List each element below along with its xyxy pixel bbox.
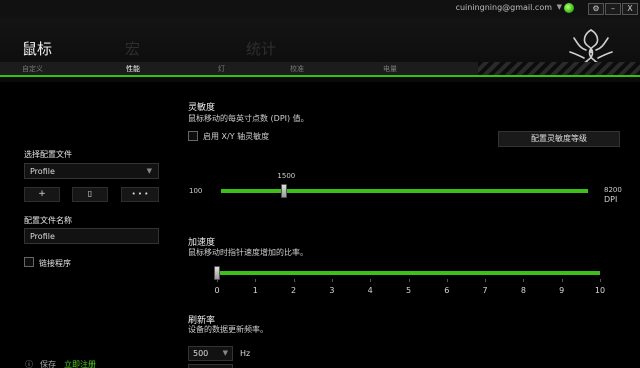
chevron-down-icon: ▼	[222, 349, 228, 357]
configure-sensitivity-button[interactable]: 配置灵敏度等级	[498, 131, 620, 147]
subtab-power[interactable]: 电量	[383, 64, 397, 74]
acceleration-slider-track[interactable]	[217, 271, 600, 275]
sensitivity-title: 灵敏度	[188, 103, 216, 113]
acceleration-tick-mark	[485, 279, 487, 282]
duplicate-profile-button[interactable]: ▯	[72, 187, 108, 202]
acceleration-tick-mark	[446, 279, 448, 282]
account-dropdown-icon[interactable]: ▼	[557, 3, 562, 11]
acceleration-tick-mark	[293, 279, 295, 282]
dpi-min-label: 100	[189, 187, 203, 195]
acceleration-tick-label: 3	[329, 286, 335, 295]
acceleration-tick-label: 9	[559, 286, 565, 295]
acceleration-tick-mark	[600, 279, 601, 282]
footer-text: 保存	[40, 360, 56, 368]
subtab-performance[interactable]: 性能	[126, 64, 140, 74]
tab-mouse[interactable]: 鼠标	[22, 38, 52, 59]
online-status-icon	[564, 3, 574, 13]
profile-select-label: 选择配置文件	[24, 150, 72, 159]
add-profile-button[interactable]: +	[24, 187, 60, 202]
acceleration-tick-label: 2	[291, 286, 297, 295]
profile-name-label: 配置文件名称	[24, 216, 72, 225]
accent-divider	[0, 75, 640, 77]
xy-sensitivity-checkbox[interactable]	[188, 131, 198, 141]
dpi-slider-thumb[interactable]	[281, 184, 288, 198]
register-link[interactable]: 立即注册	[64, 359, 96, 368]
more-profile-button[interactable]: • • •	[121, 187, 159, 202]
acceleration-tick-label: 10	[594, 286, 606, 295]
acceleration-tick-label: 8	[520, 286, 526, 295]
dpi-unit-label: DPI	[604, 195, 618, 204]
acceleration-tick-label: 4	[367, 286, 373, 295]
acceleration-tick-label: 0	[214, 286, 220, 295]
acceleration-tick-label: 6	[444, 286, 450, 295]
acceleration-tick-mark	[370, 279, 372, 282]
dpi-max-label: 8200	[604, 186, 622, 194]
acceleration-slider-thumb[interactable]	[214, 266, 220, 280]
sensitivity-description: 鼠标移动的每英寸点数 (DPI) 值。	[188, 114, 309, 123]
acceleration-tick-mark	[331, 279, 333, 282]
profile-name-input[interactable]: Profile	[24, 228, 159, 244]
dpi-slider-track[interactable]	[221, 189, 588, 193]
acceleration-tick-mark	[561, 279, 563, 282]
acceleration-tick-label: 7	[482, 286, 488, 295]
chevron-down-icon: ▼	[146, 167, 152, 175]
subtab-lighting[interactable]: 灯	[218, 64, 225, 74]
secondary-select[interactable]	[188, 364, 233, 368]
profile-select[interactable]: Profile ▼	[24, 163, 159, 179]
tab-macro[interactable]: 宏	[125, 38, 140, 59]
polling-rate-value: 500	[193, 349, 209, 358]
acceleration-tick-mark	[408, 279, 410, 282]
link-program-label: 链接程序	[39, 259, 71, 268]
acceleration-tick-mark	[217, 279, 218, 282]
tab-stats[interactable]: 统计	[246, 38, 276, 59]
close-button[interactable]: X	[622, 3, 638, 15]
title-bar: cuiningning@gmail.com ▼ ⚙ – X	[0, 0, 640, 18]
acceleration-tick-label: 5	[405, 286, 412, 295]
settings-button[interactable]: ⚙	[588, 3, 604, 15]
acceleration-description: 鼠标移动时指针速度增加的比率。	[188, 248, 308, 257]
xy-sensitivity-label: 启用 X/Y 轴灵敏度	[203, 132, 270, 141]
subtab-customize[interactable]: 自定义	[22, 64, 43, 74]
polling-rate-description: 设备的数据更新频率。	[188, 325, 268, 334]
acceleration-tick-mark	[523, 279, 525, 282]
profile-select-value: Profile	[30, 167, 55, 176]
acceleration-tick-label: 1	[252, 286, 258, 295]
dpi-value-label: 1500	[277, 172, 296, 180]
header-stripes	[478, 62, 640, 75]
minimize-button[interactable]: –	[605, 3, 621, 15]
polling-rate-unit: Hz	[240, 349, 251, 358]
info-icon: ⓘ	[25, 360, 33, 368]
subtab-calibration[interactable]: 校准	[290, 64, 304, 74]
account-email[interactable]: cuiningning@gmail.com	[456, 3, 552, 12]
acceleration-tick-mark	[255, 279, 257, 282]
link-program-checkbox[interactable]	[24, 257, 34, 267]
polling-rate-select[interactable]: 500 ▼	[188, 346, 233, 361]
